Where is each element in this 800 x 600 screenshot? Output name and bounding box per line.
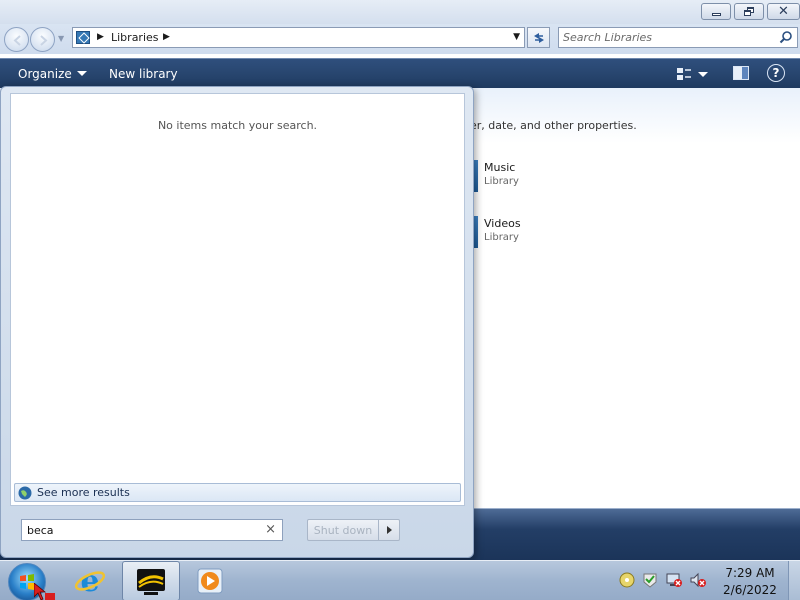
clear-icon[interactable]: × [265, 522, 276, 537]
library-icon [76, 31, 90, 44]
close-icon: ✕ [778, 4, 789, 19]
taskbar-media-player[interactable] [190, 561, 230, 600]
recent-pages-dropdown[interactable]: ▼ [58, 34, 64, 43]
address-dropdown-icon[interactable]: ▼ [513, 32, 520, 42]
help-icon: ? [772, 66, 780, 80]
library-name: Music [484, 161, 516, 174]
back-arrow-icon [13, 35, 21, 46]
no-results-message: No items match your search. [157, 119, 318, 132]
breadcrumb-arrow-icon[interactable]: ▶ [97, 32, 104, 42]
shutdown-label: Shut down [313, 523, 373, 537]
views-icon [677, 68, 691, 80]
shutdown-options-button[interactable] [378, 519, 400, 541]
library-item-videos[interactable]: Videos Library [470, 214, 670, 250]
system-tray [615, 571, 715, 591]
volume-muted-icon[interactable] [689, 571, 707, 589]
minimize-icon [711, 13, 721, 16]
start-search-input[interactable] [27, 523, 257, 538]
internet-explorer-icon: e [74, 565, 106, 597]
search-input[interactable] [563, 30, 768, 45]
media-player-icon [197, 568, 223, 594]
library-type: Library [484, 232, 519, 243]
organize-label: Organize [18, 66, 72, 81]
back-button[interactable] [4, 27, 29, 52]
preview-pane-button[interactable] [733, 66, 749, 80]
chevron-down-icon [76, 71, 87, 76]
forward-arrow-icon [40, 35, 48, 46]
library-item-music[interactable]: Music Library [470, 158, 670, 194]
shutdown-button[interactable]: Shut down [307, 519, 379, 541]
new-library-label: New library [109, 66, 178, 81]
new-library-button[interactable]: New library [103, 59, 184, 88]
see-more-label: See more results [37, 486, 130, 499]
command-bar: Organize New library ? [0, 58, 800, 88]
taskbar: e 7:29 AM 2/6/2022 [0, 560, 800, 600]
mouse-cursor-icon [34, 583, 55, 600]
start-menu: No items match your search. See more res… [0, 86, 474, 558]
see-more-results-link[interactable]: See more results [14, 483, 461, 502]
search-icon[interactable] [779, 30, 793, 44]
address-bar[interactable]: ▶ Libraries ▶ ▼ [72, 27, 525, 48]
clock-time[interactable]: 7:29 AM [722, 566, 778, 580]
breadcrumb-arrow-icon[interactable]: ▶ [163, 32, 170, 42]
breadcrumb-libraries[interactable]: Libraries [111, 31, 159, 44]
content-subtitle: er, date, and other properties. [470, 119, 637, 132]
cd-drive-icon[interactable] [618, 571, 636, 589]
organize-button[interactable]: Organize [12, 59, 93, 88]
help-button[interactable]: ? [767, 64, 785, 82]
chevron-down-icon [698, 71, 708, 77]
refresh-icon [533, 32, 544, 43]
search-box[interactable] [558, 27, 798, 48]
navigation-bar: ▼ ▶ Libraries ▶ ▼ [0, 24, 800, 54]
show-desktop-button[interactable] [788, 561, 800, 600]
network-icon[interactable] [665, 571, 683, 589]
close-button[interactable]: ✕ [767, 3, 800, 20]
search-results-panel: No items match your search. [10, 93, 465, 506]
change-view-button[interactable] [676, 65, 716, 83]
clock-date[interactable]: 2/6/2022 [722, 583, 778, 597]
taskbar-active-app[interactable] [122, 561, 180, 600]
application-icon [137, 569, 165, 595]
minimize-button[interactable] [701, 3, 731, 20]
taskbar-internet-explorer[interactable]: e [68, 561, 112, 600]
library-name: Videos [484, 217, 521, 230]
windows-logo-icon [20, 574, 34, 590]
refresh-button[interactable] [527, 27, 550, 48]
maximize-button[interactable] [734, 3, 764, 20]
forward-button[interactable] [30, 27, 55, 52]
action-center-icon[interactable] [641, 571, 659, 589]
library-type: Library [484, 176, 519, 187]
maximize-icon [744, 7, 754, 16]
start-search-box[interactable]: × [21, 519, 283, 541]
chevron-right-icon [386, 526, 392, 534]
window-titlebar: ✕ [0, 0, 800, 24]
svg-text:e: e [80, 565, 99, 597]
globe-icon [18, 486, 32, 499]
